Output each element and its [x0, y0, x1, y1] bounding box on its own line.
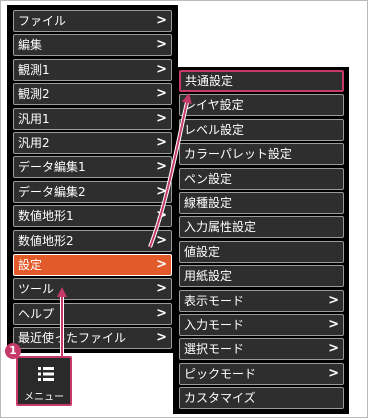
- step-badge: 1: [5, 343, 21, 359]
- list-menu-icon: [38, 367, 54, 381]
- menu-button-label: メニュー: [24, 392, 64, 403]
- menu-button[interactable]: メニュー: [16, 356, 72, 406]
